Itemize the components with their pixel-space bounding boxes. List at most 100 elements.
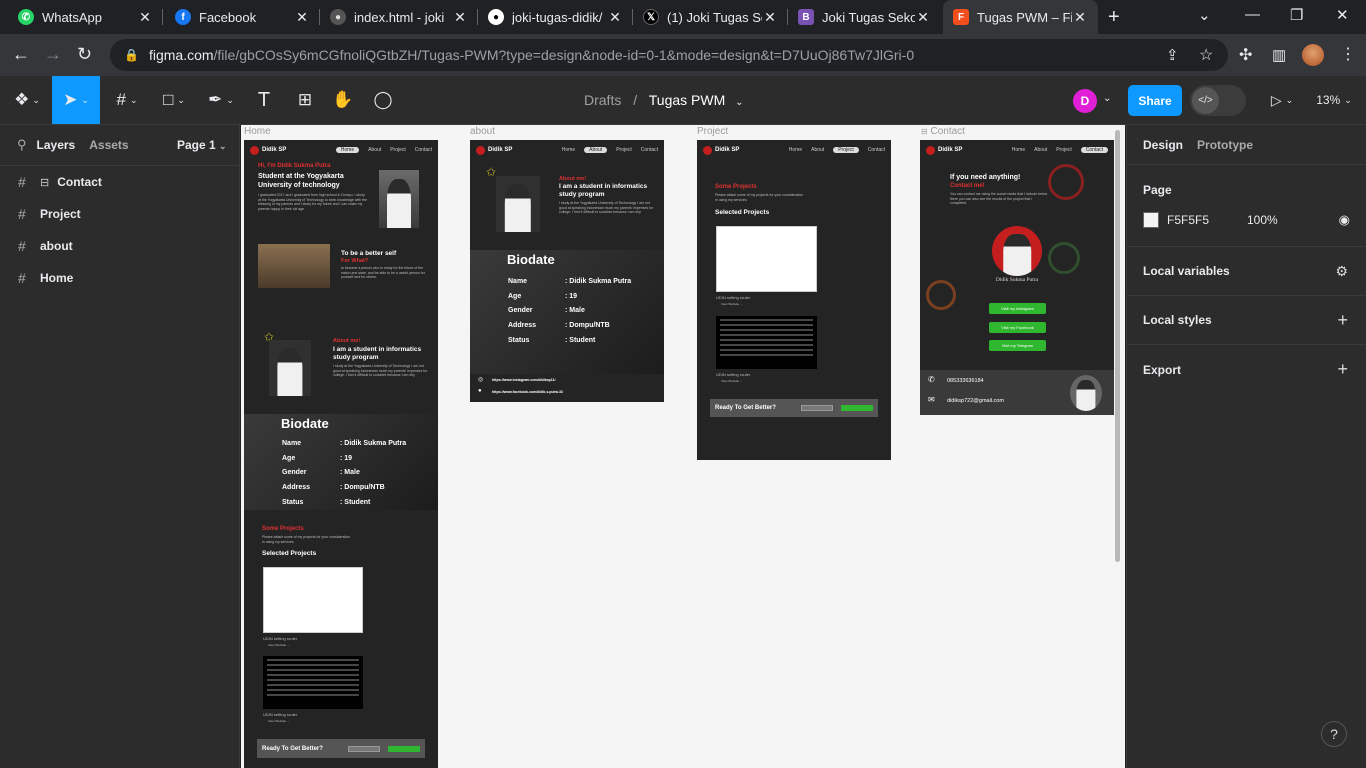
facebook-button: Visit my Facebook — [989, 322, 1046, 333]
zoom-control[interactable]: 13% ⌄ — [1310, 76, 1358, 124]
bio-value: : Dompu/NTB — [340, 484, 385, 491]
nav-link: Contact — [640, 147, 658, 153]
user-avatar[interactable]: D — [1073, 89, 1097, 113]
back-icon[interactable]: ← — [12, 44, 30, 65]
tab-layers[interactable]: Layers — [37, 138, 76, 152]
chevron-down-icon[interactable]: ⌄ — [1103, 93, 1111, 104]
local-styles-section[interactable]: Local styles + — [1127, 296, 1366, 345]
sidepanel-icon[interactable]: ▥ — [1272, 46, 1286, 64]
tab-x[interactable]: 𝕏 (1) Joki Tugas Se ✕ — [633, 0, 788, 34]
local-variables-section[interactable]: Local variables ⚙ — [1127, 247, 1366, 296]
reload-icon[interactable]: ↻ — [77, 44, 92, 65]
forward-icon[interactable]: → — [44, 44, 62, 65]
present-icon[interactable]: ▷ ⌄ — [1266, 76, 1298, 124]
person-figure — [1076, 380, 1096, 411]
export-section[interactable]: Export + — [1127, 345, 1366, 394]
page-selector[interactable]: Page 1 ⌄ — [177, 138, 227, 152]
frame-tool-icon[interactable]: # ⌄ — [108, 76, 146, 124]
close-icon[interactable]: ✕ — [607, 9, 623, 26]
close-icon[interactable]: ✕ — [137, 9, 153, 26]
search-icon[interactable]: ⚲ — [17, 137, 27, 153]
menu-icon[interactable]: ⋮ — [1340, 44, 1356, 64]
move-tool-icon[interactable]: ➤ ⌄ — [52, 76, 100, 124]
breadcrumb-drafts[interactable]: Drafts — [584, 92, 621, 108]
share-button[interactable]: Share — [1128, 85, 1182, 116]
eye-icon[interactable]: ◉ — [1339, 212, 1350, 228]
close-icon[interactable]: ✕ — [915, 9, 931, 26]
cta-secondary-button — [801, 405, 833, 411]
project-terminal-image — [716, 316, 817, 369]
frame-label-contact[interactable]: ⊟ Contact — [921, 126, 965, 137]
bio-key: Address — [508, 322, 537, 329]
add-export-icon[interactable]: + — [1337, 359, 1348, 380]
frame-contact[interactable]: Didik SP Home About Project Contact If y… — [920, 140, 1114, 415]
add-style-icon[interactable]: + — [1337, 310, 1348, 331]
chevron-down-icon[interactable]: ⌄ — [735, 97, 743, 108]
variables-icon[interactable]: ⚙ — [1335, 263, 1348, 280]
url-bar[interactable]: 🔒 figma.com /file/gbCOsSy6mCGfnoliQGtbZH… — [110, 39, 1228, 71]
close-icon[interactable]: ✕ — [762, 9, 778, 26]
frame-about[interactable]: Didik SP Home About Project Contact ✩ Ab… — [470, 140, 664, 402]
bio-value: : Male — [340, 469, 360, 476]
bg-opacity-value[interactable]: 100% — [1247, 213, 1278, 227]
frame-label-project[interactable]: Project — [697, 126, 728, 137]
frame-icon: # — [18, 206, 26, 222]
layer-home[interactable]: # Home — [0, 262, 239, 294]
layer-project[interactable]: # Project — [0, 198, 239, 230]
help-button[interactable]: ? — [1321, 721, 1347, 747]
address-bar-row: ← → ↻ 🔒 figma.com /file/gbCOsSy6mCGfnoli… — [0, 34, 1366, 76]
star-icon[interactable]: ☆ — [1199, 45, 1213, 65]
tab-github-repo[interactable]: ● joki-tugas-didik/ ✕ — [478, 0, 633, 34]
close-icon[interactable]: ✕ — [294, 9, 310, 26]
tab-bootstrap[interactable]: B Joki Tugas Sekol ✕ — [788, 0, 941, 34]
chevron-down-icon[interactable]: ⌄ — [1198, 6, 1211, 24]
tab-title: (1) Joki Tugas Se — [667, 9, 762, 25]
canvas-scrollbar[interactable] — [1115, 130, 1120, 562]
minimize-icon[interactable]: — — [1245, 6, 1260, 23]
tab-figma[interactable]: F Tugas PWM – Fi ✕ — [943, 0, 1098, 34]
frame-label-about[interactable]: about — [470, 126, 495, 137]
main-menu-icon[interactable]: ❖ ⌄ — [8, 76, 46, 124]
share-page-icon[interactable]: ⇪ — [1166, 46, 1179, 64]
site-brand: Didik SP — [488, 147, 513, 153]
resources-icon[interactable]: ⊞ — [290, 76, 320, 124]
local-variables-label: Local variables — [1143, 264, 1230, 278]
tab-github-index[interactable]: ● index.html - joki ✕ — [320, 0, 478, 34]
collapse-icon[interactable]: ⊟ — [40, 176, 49, 189]
close-icon[interactable]: ✕ — [1072, 9, 1088, 26]
local-styles-label: Local styles — [1143, 313, 1212, 327]
tab-prototype[interactable]: Prototype — [1197, 138, 1253, 152]
frame-project[interactable]: Didik SP Home About Project Contact Some… — [697, 140, 891, 460]
file-name[interactable]: Tugas PWM — [649, 92, 726, 108]
maximize-icon[interactable]: ❐ — [1290, 6, 1303, 24]
close-icon[interactable]: ✕ — [452, 9, 468, 26]
comment-tool-icon[interactable]: ◯ — [368, 76, 398, 124]
layer-contact[interactable]: # ⊟ Contact — [0, 166, 239, 198]
design-canvas[interactable]: Home about Project ⊟ Contact Didik SP Ho… — [241, 125, 1125, 768]
text-tool-icon[interactable]: T — [250, 76, 278, 124]
close-window-icon[interactable]: ✕ — [1336, 6, 1349, 24]
frame-label-home[interactable]: Home — [244, 126, 271, 137]
view-website-link: View Website → — [721, 379, 743, 383]
pen-tool-icon[interactable]: ✒ ⌄ — [202, 76, 240, 124]
hand-tool-icon[interactable]: ✋ — [328, 76, 358, 124]
frame-home[interactable]: Didik SP Home About Project Contact Hi, … — [244, 140, 438, 768]
layer-about[interactable]: # about — [0, 230, 239, 262]
tab-assets[interactable]: Assets — [89, 138, 128, 152]
cta-primary-button — [841, 405, 873, 411]
color-swatch[interactable] — [1143, 212, 1159, 228]
home-intro: I graduated 2017 and I graduated from hi… — [258, 193, 367, 211]
projects-intro: Please attach some of my projects for yo… — [715, 193, 804, 202]
figma-toolbar: ❖ ⌄ ➤ ⌄ # ⌄ □ ⌄ ✒ ⌄ T ⊞ ✋ ◯ Drafts / Tugas PW… — [0, 76, 1366, 125]
dev-mode-toggle[interactable]: </> — [1190, 85, 1246, 116]
shape-tool-icon[interactable]: □ ⌄ — [155, 76, 193, 124]
extensions-icon[interactable]: ✣ — [1239, 45, 1252, 65]
project-caption: UDIN setting router — [716, 372, 751, 377]
bg-hex-value[interactable]: F5F5F5 — [1167, 213, 1247, 227]
tab-facebook[interactable]: f Facebook ✕ — [165, 0, 320, 34]
site-nav-links: Home About Project Contact — [1012, 147, 1108, 153]
profile-avatar[interactable] — [1302, 44, 1324, 66]
new-tab-icon[interactable]: + — [1108, 6, 1120, 29]
tab-whatsapp[interactable]: ✆ WhatsApp ✕ — [8, 0, 163, 34]
tab-design[interactable]: Design — [1143, 138, 1183, 152]
